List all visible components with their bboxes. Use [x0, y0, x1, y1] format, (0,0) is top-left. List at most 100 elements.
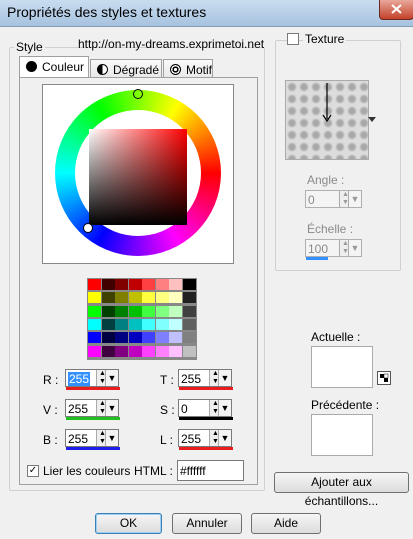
palette-swatch[interactable]: [155, 279, 169, 290]
palette-swatch[interactable]: [182, 305, 196, 317]
palette-swatch[interactable]: [115, 345, 128, 357]
filled-circle-icon: [26, 61, 37, 72]
palette-swatch[interactable]: [128, 279, 142, 290]
pattern-icon: [170, 64, 181, 75]
palette-swatch[interactable]: [142, 305, 155, 317]
b-value[interactable]: 255: [68, 432, 88, 446]
palette-swatch[interactable]: [182, 318, 196, 330]
palette-swatch[interactable]: [142, 292, 155, 304]
palette-swatch[interactable]: [88, 305, 101, 317]
html-value[interactable]: #ffffff: [180, 464, 206, 478]
palette-swatch[interactable]: [182, 345, 196, 357]
palette-swatch[interactable]: [101, 305, 115, 317]
r-value[interactable]: 255: [68, 372, 91, 386]
palette-swatch[interactable]: [115, 318, 128, 330]
palette-swatch[interactable]: [169, 332, 182, 344]
l-dropdown[interactable]: ▼: [218, 430, 231, 446]
palette-swatch[interactable]: [169, 345, 182, 357]
b-spinner[interactable]: 255 ▲ ▼ ▼: [65, 429, 120, 450]
s-spinner[interactable]: 0 ▲ ▼ ▼: [178, 399, 233, 420]
angle-needle-icon: [322, 83, 332, 123]
tab-degrade[interactable]: Dégradé: [90, 59, 162, 79]
palette-swatch[interactable]: [155, 292, 169, 304]
palette-swatch[interactable]: [155, 305, 169, 317]
tab-couleur[interactable]: Couleur: [19, 56, 89, 78]
t-dropdown[interactable]: ▼: [218, 370, 231, 386]
current-label: Actuelle :: [311, 330, 361, 344]
swap-colors-button[interactable]: [377, 371, 391, 385]
palette-swatch[interactable]: [115, 305, 128, 317]
scale-spinner[interactable]: 100 ▲ ▼ ▼: [305, 239, 362, 260]
angle-value[interactable]: 0: [308, 193, 315, 207]
r-spinner[interactable]: 255 ▲ ▼ ▼: [65, 369, 120, 390]
html-input[interactable]: #ffffff: [177, 460, 244, 481]
palette-swatch[interactable]: [88, 332, 101, 344]
palette-swatch[interactable]: [182, 279, 196, 290]
color-marker[interactable]: [83, 223, 93, 233]
palette-swatch[interactable]: [101, 292, 115, 304]
palette-swatch[interactable]: [115, 292, 128, 304]
palette-swatch[interactable]: [101, 345, 115, 357]
close-button[interactable]: [379, 0, 413, 20]
previous-color-swatch[interactable]: [311, 414, 373, 456]
palette-swatch[interactable]: [115, 332, 128, 344]
palette-swatch[interactable]: [169, 279, 182, 290]
palette-swatch[interactable]: [142, 345, 155, 357]
help-button[interactable]: Aide: [251, 513, 321, 534]
palette-swatch[interactable]: [155, 332, 169, 344]
palette-swatch[interactable]: [88, 279, 101, 290]
s-label: S :: [160, 403, 175, 417]
s-dropdown[interactable]: ▼: [218, 400, 231, 416]
add-to-swatches-button[interactable]: Ajouter aux échantillons...: [274, 472, 409, 508]
color-wheel-area[interactable]: [42, 84, 234, 264]
texture-checkbox[interactable]: [287, 33, 299, 45]
texture-preview[interactable]: [285, 80, 369, 160]
palette-swatch[interactable]: [142, 279, 155, 290]
palette-swatch[interactable]: [101, 279, 115, 290]
saturation-lightness-square[interactable]: [89, 129, 187, 225]
cancel-button[interactable]: Annuler: [172, 513, 242, 534]
link-colors-label: Lier les couleurs: [43, 464, 131, 478]
angle-dropdown[interactable]: ▼: [348, 191, 361, 207]
close-icon: [391, 4, 402, 14]
t-value[interactable]: 255: [181, 372, 201, 386]
angle-label: Angle :: [307, 173, 345, 187]
link-colors-checkbox[interactable]: ✓: [27, 465, 39, 477]
palette-swatch[interactable]: [101, 318, 115, 330]
palette-swatch[interactable]: [182, 332, 196, 344]
palette-swatch[interactable]: [182, 292, 196, 304]
l-spinner[interactable]: 255 ▲ ▼ ▼: [178, 429, 233, 450]
palette-swatch[interactable]: [169, 292, 182, 304]
v-dropdown[interactable]: ▼: [105, 400, 118, 416]
palette-swatch[interactable]: [128, 305, 142, 317]
scale-value[interactable]: 100: [308, 242, 328, 256]
l-value[interactable]: 255: [181, 432, 201, 446]
t-spinner[interactable]: 255 ▲ ▼ ▼: [178, 369, 233, 390]
palette-swatch[interactable]: [128, 332, 142, 344]
palette-swatch[interactable]: [128, 345, 142, 357]
palette-swatch[interactable]: [88, 318, 101, 330]
r-dropdown[interactable]: ▼: [105, 370, 118, 386]
palette-swatch[interactable]: [128, 318, 142, 330]
palette-swatch[interactable]: [88, 345, 101, 357]
palette-swatch[interactable]: [115, 279, 128, 290]
palette-swatch[interactable]: [155, 318, 169, 330]
hue-marker[interactable]: [133, 89, 143, 99]
palette-swatch[interactable]: [142, 318, 155, 330]
palette-swatch[interactable]: [169, 305, 182, 317]
v-spinner[interactable]: 255 ▲ ▼ ▼: [65, 399, 120, 420]
tab-motif[interactable]: Motif: [163, 59, 213, 79]
palette-swatch[interactable]: [142, 332, 155, 344]
ok-button[interactable]: OK: [95, 513, 162, 534]
palette-swatch[interactable]: [101, 332, 115, 344]
angle-spinner[interactable]: 0 ▲ ▼ ▼: [305, 190, 362, 208]
palette-swatch[interactable]: [88, 292, 101, 304]
scale-dropdown[interactable]: ▼: [348, 240, 361, 256]
palette-swatch[interactable]: [128, 292, 142, 304]
texture-dropdown-icon[interactable]: [368, 117, 376, 123]
s-value[interactable]: 0: [181, 402, 188, 416]
v-value[interactable]: 255: [68, 402, 88, 416]
palette-swatch[interactable]: [155, 345, 169, 357]
palette-swatch[interactable]: [169, 318, 182, 330]
b-dropdown[interactable]: ▼: [105, 430, 118, 446]
